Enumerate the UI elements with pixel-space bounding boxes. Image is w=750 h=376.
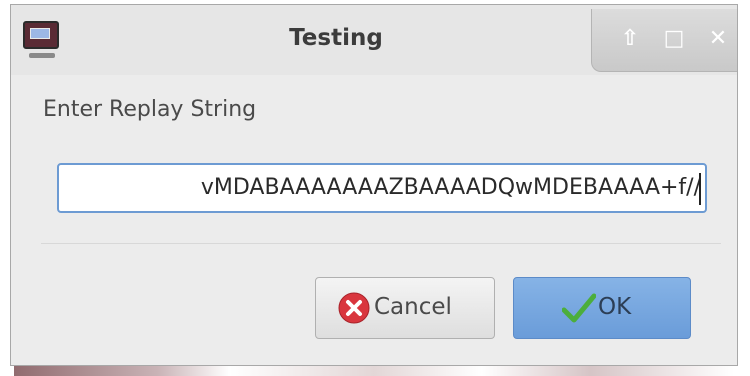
cancel-label: Cancel xyxy=(374,294,452,320)
maximize-icon[interactable]: □ xyxy=(660,25,688,53)
cancel-button[interactable]: Cancel xyxy=(315,277,495,339)
restore-up-icon[interactable]: ⇧ xyxy=(616,25,644,53)
dialog-title: Testing xyxy=(289,25,383,51)
text-caret xyxy=(699,173,701,205)
replay-string-label: Enter Replay String xyxy=(43,97,257,122)
background-window-strip xyxy=(14,366,734,376)
title-bar[interactable]: Testing ⇧ □ ✕ xyxy=(11,5,737,75)
window-controls: ⇧ □ ✕ xyxy=(591,9,737,72)
ok-button[interactable]: OK xyxy=(513,277,691,339)
ok-label: OK xyxy=(598,294,632,320)
checkmark-icon xyxy=(562,293,596,323)
close-icon[interactable]: ✕ xyxy=(704,25,732,53)
replay-string-value: vMDABAAAAAAAZBAAAADQwMDEBAAAA+f// xyxy=(200,175,701,200)
testing-dialog: Testing ⇧ □ ✕ Enter Replay String vMDABA… xyxy=(10,4,738,366)
cancel-x-icon xyxy=(338,292,370,324)
replay-string-input[interactable]: vMDABAAAAAAAZBAAAADQwMDEBAAAA+f// xyxy=(57,163,707,213)
divider xyxy=(41,243,721,244)
